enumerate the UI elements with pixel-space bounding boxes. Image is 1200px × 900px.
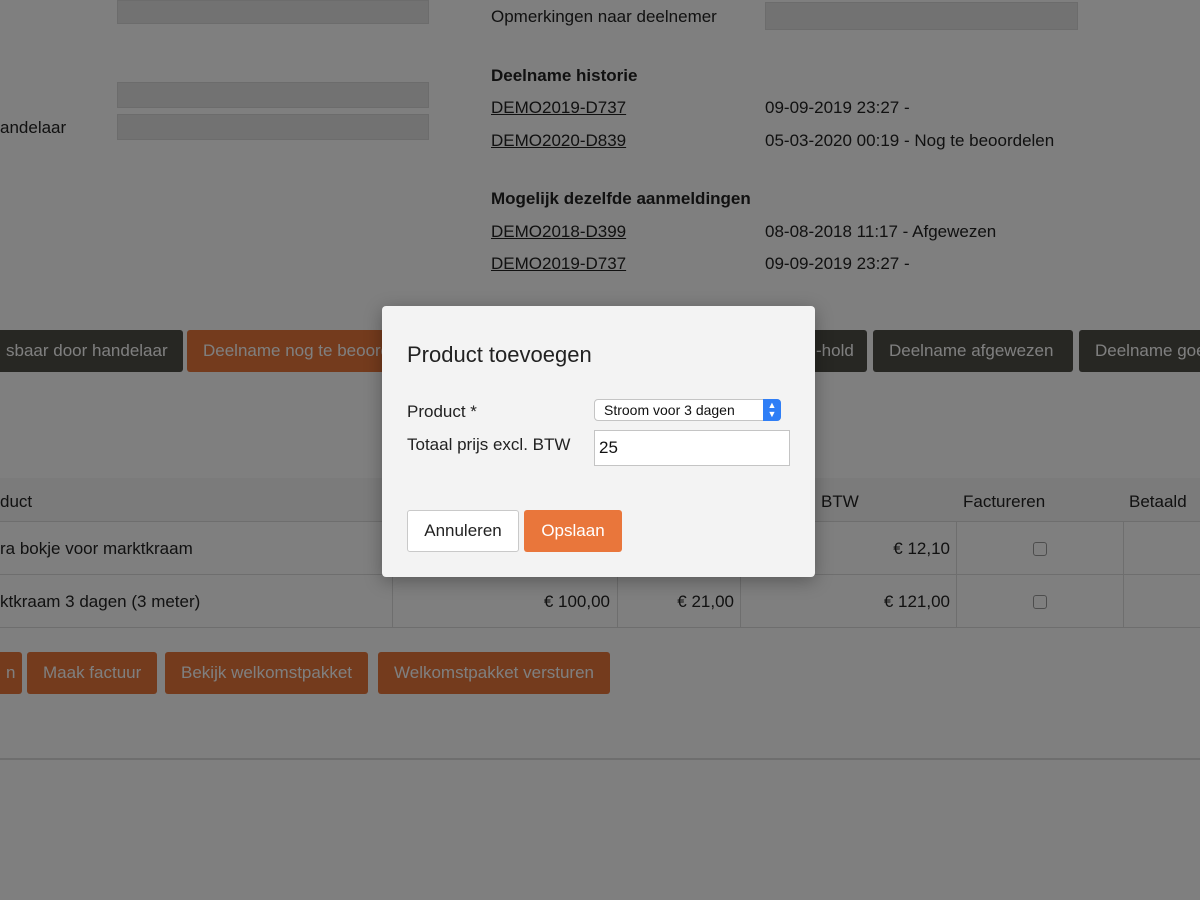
product-label: Product *	[407, 402, 477, 421]
add-product-dialog: Product toevoegen Product * Stroom voor …	[382, 306, 815, 577]
price-label: Totaal prijs excl. BTW	[407, 435, 571, 454]
save-button[interactable]: Opslaan	[524, 510, 622, 552]
price-input[interactable]: 25	[594, 430, 790, 466]
dialog-title: Product toevoegen	[407, 342, 592, 367]
product-select-value: Stroom voor 3 dagen	[604, 402, 735, 418]
page: andelaar Opmerkingen naar deelnemer Deel…	[0, 0, 1200, 900]
product-select[interactable]: Stroom voor 3 dagen ▲ ▼	[594, 399, 781, 421]
cancel-button[interactable]: Annuleren	[407, 510, 519, 552]
select-arrows-icon: ▲ ▼	[763, 399, 781, 421]
